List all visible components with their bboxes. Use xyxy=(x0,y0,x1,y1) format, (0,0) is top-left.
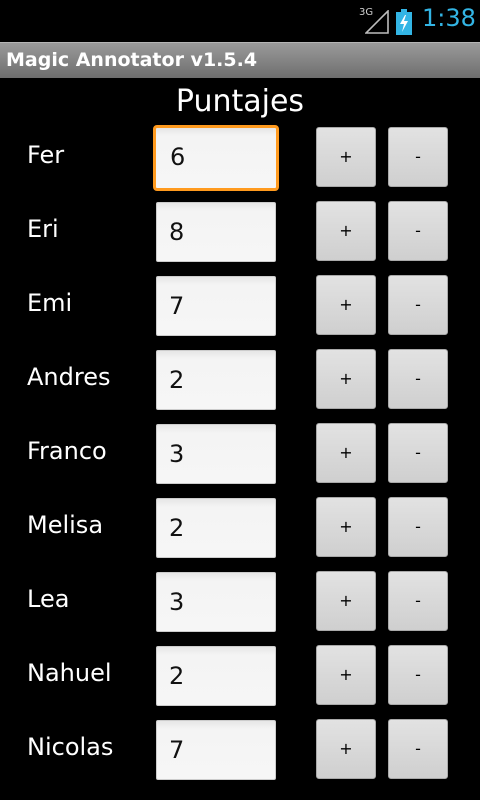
decrement-button[interactable]: - xyxy=(388,571,448,631)
player-name: Nicolas xyxy=(27,733,114,761)
decrement-button[interactable]: - xyxy=(388,127,448,187)
increment-button[interactable]: + xyxy=(316,645,376,705)
signal-icon xyxy=(365,10,389,34)
increment-button[interactable]: + xyxy=(316,127,376,187)
score-row: Nahuel 2 + - xyxy=(0,642,480,716)
score-row: Nicolas 7 + - xyxy=(0,716,480,790)
score-row: Eri 8 + - xyxy=(0,198,480,272)
player-name: Franco xyxy=(27,437,107,465)
increment-button[interactable]: + xyxy=(316,349,376,409)
page-title: Puntajes xyxy=(175,84,305,119)
score-row: Lea 3 + - xyxy=(0,568,480,642)
score-input[interactable]: 7 xyxy=(156,720,276,780)
decrement-button[interactable]: - xyxy=(388,645,448,705)
score-row: Fer 6 + - xyxy=(0,124,480,198)
player-name: Lea xyxy=(27,585,70,613)
increment-button[interactable]: + xyxy=(316,571,376,631)
decrement-button[interactable]: - xyxy=(388,275,448,335)
score-input[interactable]: 3 xyxy=(156,424,276,484)
increment-button[interactable]: + xyxy=(316,497,376,557)
player-name: Eri xyxy=(27,215,59,243)
player-name: Fer xyxy=(27,141,65,169)
score-input[interactable]: 8 xyxy=(156,202,276,262)
score-row: Emi 7 + - xyxy=(0,272,480,346)
score-list: Fer 6 + - Eri 8 + - Emi 7 + - Andres 2 +… xyxy=(0,124,480,790)
increment-button[interactable]: + xyxy=(316,423,376,483)
increment-button[interactable]: + xyxy=(316,201,376,261)
player-name: Emi xyxy=(27,289,73,317)
battery-charging-icon xyxy=(396,9,412,35)
score-input[interactable]: 3 xyxy=(156,572,276,632)
score-row: Andres 2 + - xyxy=(0,346,480,420)
decrement-button[interactable]: - xyxy=(388,201,448,261)
score-input[interactable]: 2 xyxy=(156,498,276,558)
score-input[interactable]: 2 xyxy=(156,350,276,410)
increment-button[interactable]: + xyxy=(316,275,376,335)
score-input[interactable]: 2 xyxy=(156,646,276,706)
player-name: Nahuel xyxy=(27,659,112,687)
increment-button[interactable]: + xyxy=(316,719,376,779)
player-name: Melisa xyxy=(27,511,104,539)
status-bar: 3G 1:38 xyxy=(0,0,480,42)
app-title: Magic Annotator v1.5.4 xyxy=(6,49,258,71)
score-row: Franco 3 + - xyxy=(0,420,480,494)
score-input[interactable]: 6 xyxy=(153,125,279,191)
score-input[interactable]: 7 xyxy=(156,276,276,336)
player-name: Andres xyxy=(27,363,111,391)
app-screen: 3G 1:38 Magic Annotator v1.5.4 Puntajes … xyxy=(0,0,480,800)
decrement-button[interactable]: - xyxy=(388,349,448,409)
clock: 1:38 xyxy=(422,4,476,32)
score-row: Melisa 2 + - xyxy=(0,494,480,568)
decrement-button[interactable]: - xyxy=(388,719,448,779)
decrement-button[interactable]: - xyxy=(388,423,448,483)
title-bar: Magic Annotator v1.5.4 xyxy=(0,42,480,78)
decrement-button[interactable]: - xyxy=(388,497,448,557)
